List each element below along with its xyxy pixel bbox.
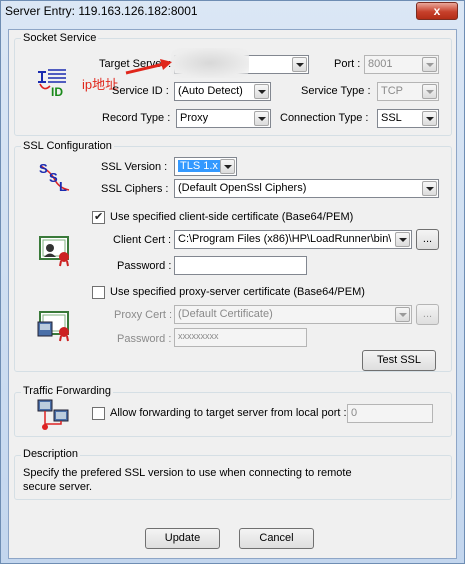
port-value: 8001 (368, 58, 393, 70)
chevron-down-icon[interactable] (254, 84, 269, 99)
port-combo[interactable]: 8001 (364, 55, 439, 74)
chevron-down-icon[interactable] (422, 57, 437, 72)
ssl-icon: S S L (39, 161, 70, 194)
svg-text:S: S (49, 170, 58, 185)
socket-id-icon: ID (38, 69, 66, 98)
client-cert-checkbox-label: Use specified client-side certificate (B… (110, 211, 354, 223)
proxy-password-label: Password : (117, 333, 172, 345)
dialog-body: Socket Service ID Target Server : Port :… (8, 29, 457, 559)
update-button[interactable]: Update (145, 528, 220, 549)
chevron-down-icon[interactable] (395, 307, 410, 322)
client-certificate-icon (39, 236, 69, 267)
ssl-ciphers-value: (Default OpenSsl Ciphers) (178, 182, 307, 194)
proxy-cert-browse-button[interactable]: ... (416, 304, 439, 325)
password-label: Password : (117, 260, 172, 272)
chevron-down-icon[interactable] (422, 111, 437, 126)
ssl-configuration-title: SSL Configuration (21, 140, 114, 152)
client-cert-value: C:\Program Files (x86)\HP\LoadRunner\bin… (178, 233, 391, 245)
service-id-label: Service ID : (112, 85, 169, 97)
service-id-value: (Auto Detect) (178, 85, 243, 97)
connection-type-label: Connection Type : (280, 112, 369, 124)
client-cert-browse-button[interactable]: ... (416, 229, 439, 250)
proxy-cert-checkbox[interactable] (92, 286, 105, 299)
description-line-2: secure server. (23, 481, 93, 493)
socket-service-title: Socket Service (21, 32, 99, 44)
close-icon: x (433, 4, 441, 18)
service-id-combo[interactable]: (Auto Detect) (174, 82, 271, 101)
ssl-version-label: SSL Version : (101, 161, 168, 173)
service-type-combo[interactable]: TCP (377, 82, 439, 101)
chevron-down-icon[interactable] (220, 159, 235, 174)
proxy-password-field[interactable]: xxxxxxxxx (174, 328, 307, 347)
title-bar[interactable]: Server Entry: 119.163.126.182:8001 x (1, 1, 464, 23)
svg-text:L: L (59, 179, 67, 194)
proxy-cert-label: Proxy Cert : (114, 309, 173, 321)
proxy-cert-value: (Default Certificate) (178, 308, 273, 320)
cancel-button[interactable]: Cancel (239, 528, 314, 549)
ssl-ciphers-label: SSL Ciphers : (101, 183, 169, 195)
record-type-combo[interactable]: Proxy (176, 109, 271, 128)
close-button[interactable]: x (416, 2, 458, 20)
password-field[interactable] (174, 256, 307, 275)
chevron-down-icon[interactable] (422, 84, 437, 99)
allow-forwarding-checkbox[interactable] (92, 407, 105, 420)
arrow-annotation-icon (125, 59, 172, 75)
client-cert-label: Client Cert : (113, 234, 172, 246)
description-title: Description (21, 448, 81, 460)
chevron-down-icon[interactable] (292, 57, 307, 72)
record-type-value: Proxy (180, 112, 209, 124)
ssl-ciphers-combo[interactable]: (Default OpenSsl Ciphers) (174, 179, 439, 198)
ssl-version-value: TLS 1.x (178, 160, 220, 172)
network-computers-icon (37, 399, 69, 430)
description-line-1: Specify the prefered SSL version to use … (23, 467, 352, 479)
chevron-down-icon[interactable] (395, 232, 410, 247)
connection-type-combo[interactable]: SSL (377, 109, 439, 128)
service-type-label: Service Type : (301, 85, 371, 97)
client-cert-checkbox[interactable] (92, 210, 105, 224)
svg-text:ID: ID (51, 85, 63, 98)
window-title: Server Entry: 119.163.126.182:8001 (5, 4, 198, 18)
allow-forwarding-label: Allow forwarding to target server from l… (110, 407, 347, 419)
chevron-down-icon[interactable] (422, 181, 437, 196)
redacted-blur (171, 48, 249, 78)
traffic-forwarding-title: Traffic Forwarding (21, 385, 114, 397)
service-type-value: TCP (381, 85, 403, 97)
proxy-certificate-icon (37, 311, 69, 342)
svg-text:S: S (39, 161, 48, 176)
proxy-cert-checkbox-label: Use specified proxy-server certificate (… (110, 286, 365, 298)
record-type-label: Record Type : (102, 112, 171, 124)
test-ssl-button[interactable]: Test SSL (362, 350, 436, 371)
connection-type-value: SSL (381, 112, 402, 124)
port-label: Port : (334, 58, 361, 70)
client-cert-combo[interactable]: C:\Program Files (x86)\HP\LoadRunner\bin… (174, 230, 412, 249)
local-port-field[interactable]: 0 (347, 404, 433, 423)
ssl-version-combo[interactable]: TLS 1.x (174, 157, 237, 176)
server-entry-window: Server Entry: 119.163.126.182:8001 x Soc… (0, 0, 465, 564)
chevron-down-icon[interactable] (254, 111, 269, 126)
proxy-cert-combo[interactable]: (Default Certificate) (174, 305, 412, 324)
